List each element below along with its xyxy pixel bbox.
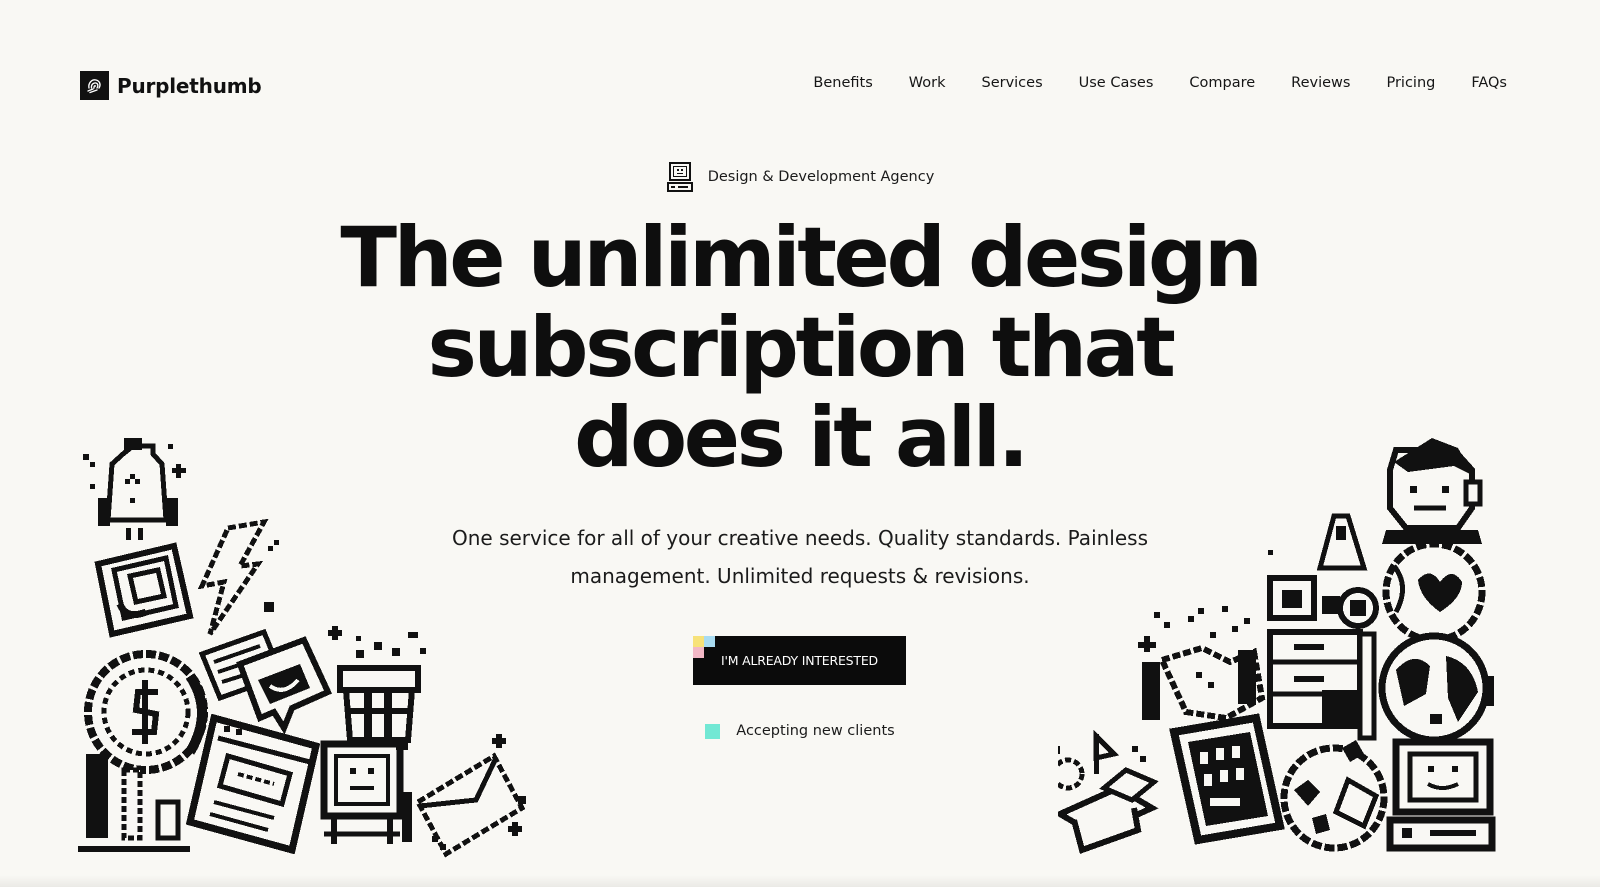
cta-button[interactable]: I'M ALREADY INTERESTED bbox=[693, 636, 906, 685]
sparkle-dots bbox=[1138, 550, 1273, 652]
retro-computer-icon bbox=[666, 162, 693, 192]
nav-faqs[interactable]: FAQs bbox=[1471, 75, 1507, 91]
lightning-illustration bbox=[197, 518, 279, 636]
landing-page: Purplethumb Benefits Work Services Use C… bbox=[0, 0, 1600, 887]
dollar-coin-illustration bbox=[84, 650, 208, 774]
thumbprint-logo-icon bbox=[80, 71, 109, 100]
headline-line-2: subscription that bbox=[427, 299, 1175, 396]
envelope-illustration bbox=[414, 734, 526, 858]
gift-box-illustration bbox=[328, 626, 426, 743]
nav-pricing[interactable]: Pricing bbox=[1386, 75, 1435, 91]
heart-globe-illustration bbox=[1382, 540, 1486, 644]
framed-grid-illustration bbox=[1169, 713, 1285, 845]
pencil-illustration bbox=[1316, 513, 1368, 571]
cta-label: I'M ALREADY INTERESTED bbox=[721, 653, 878, 668]
nav-reviews[interactable]: Reviews bbox=[1291, 75, 1350, 91]
file-cabinet-illustration bbox=[1267, 629, 1377, 741]
person-avatar-illustration bbox=[1382, 438, 1483, 544]
nav-use-cases[interactable]: Use Cases bbox=[1079, 75, 1154, 91]
robot-tv-illustration bbox=[320, 738, 412, 844]
ornament-ball-illustration bbox=[1280, 740, 1388, 852]
browser-window-illustration bbox=[185, 713, 321, 855]
headline-line-1: The unlimited design bbox=[340, 209, 1263, 306]
nav-benefits[interactable]: Benefits bbox=[813, 75, 872, 91]
open-box-illustration bbox=[1058, 729, 1159, 854]
brand-logo-link[interactable]: Purplethumb bbox=[80, 71, 262, 100]
bars-illustration bbox=[78, 754, 190, 852]
handshake-illustration bbox=[1142, 644, 1266, 722]
pixel-art-cluster-left bbox=[78, 438, 526, 858]
main-nav: Benefits Work Services Use Cases Compare… bbox=[813, 75, 1507, 91]
retro-computer-illustration bbox=[1386, 738, 1496, 852]
earth-globe-illustration bbox=[1378, 632, 1494, 744]
status-text: Accepting new clients bbox=[736, 723, 895, 739]
nav-work[interactable]: Work bbox=[909, 75, 946, 91]
status-square-icon bbox=[705, 723, 721, 739]
nav-services[interactable]: Services bbox=[981, 75, 1042, 91]
camera-illustration bbox=[1267, 575, 1379, 629]
brand-name: Purplethumb bbox=[117, 73, 262, 98]
bottom-edge-shadow bbox=[0, 875, 1600, 887]
pixel-art-cluster-right bbox=[1058, 438, 1496, 854]
eyebrow-text: Design & Development Agency bbox=[707, 169, 935, 185]
cta-pixel-accent-icon bbox=[693, 636, 715, 658]
nav-compare[interactable]: Compare bbox=[1189, 75, 1255, 91]
rocket-illustration bbox=[83, 438, 186, 540]
eyebrow: Design & Development Agency bbox=[0, 161, 1600, 193]
framed-moon-illustration bbox=[94, 542, 194, 638]
